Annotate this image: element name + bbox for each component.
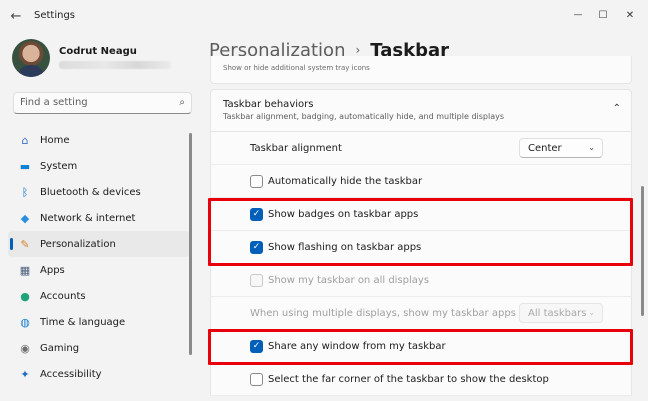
- multi-display-dropdown[interactable]: All taskbars ⌄: [519, 303, 603, 323]
- section-subtitle: Taskbar alignment, badging, automaticall…: [223, 112, 505, 121]
- all-displays-checkbox[interactable]: [250, 274, 263, 287]
- sidebar-item-label: Gaming: [40, 342, 80, 354]
- multi-display-row: When using multiple displays, show my ta…: [210, 297, 632, 330]
- sidebar-item-label: Apps: [40, 264, 65, 276]
- chevron-right-icon: ›: [355, 43, 361, 57]
- title-bar: ← Settings — ☐ ✕: [0, 0, 648, 32]
- multi-display-label: When using multiple displays, show my ta…: [250, 308, 532, 319]
- all-displays-label: Show my taskbar on all displays: [268, 275, 430, 286]
- sidebar-item-home[interactable]: ⌂ Home: [8, 127, 190, 153]
- wifi-icon: ◆: [20, 211, 30, 225]
- chevron-up-icon[interactable]: ⌃: [613, 103, 621, 114]
- home-icon: ⌂: [21, 133, 29, 147]
- back-button[interactable]: ←: [6, 6, 26, 26]
- sidebar-item-apps[interactable]: ▦ Apps: [8, 257, 190, 283]
- sidebar-item-label: Network & internet: [40, 212, 136, 224]
- far-corner-checkbox[interactable]: [250, 373, 263, 386]
- user-email-blurred: [59, 61, 171, 69]
- sidebar-scrollbar[interactable]: [189, 133, 192, 355]
- auto-hide-label: Automatically hide the taskbar: [268, 176, 423, 187]
- sidebar-item-network-internet[interactable]: ◆ Network & internet: [8, 205, 190, 231]
- taskbar-behaviors-header[interactable]: Taskbar behaviors Taskbar alignment, bad…: [210, 89, 632, 132]
- far-corner-row: Select the far corner of the taskbar to …: [210, 363, 632, 396]
- sidebar-item-label: Time & language: [40, 316, 126, 328]
- auto-hide-checkbox[interactable]: [250, 175, 263, 188]
- sidebar-item-label: Bluetooth & devices: [40, 186, 141, 198]
- all-displays-row: Show my taskbar on all displays: [210, 264, 632, 297]
- user-profile[interactable]: Codrut Neagu: [12, 39, 192, 79]
- taskbar-alignment-label: Taskbar alignment: [250, 143, 342, 154]
- search-icon: ⌕: [179, 97, 185, 108]
- chevron-down-icon: ⌄: [588, 308, 595, 317]
- sidebar-item-label: Accessibility: [40, 368, 102, 380]
- accessibility-icon: ✦: [20, 367, 30, 381]
- tray-icons-description: Show or hide additional system tray icon…: [223, 64, 370, 72]
- sidebar-item-gaming[interactable]: ◉ Gaming: [8, 335, 190, 361]
- sidebar-item-label: Home: [40, 134, 70, 146]
- person-icon: ●: [20, 289, 30, 303]
- search-input[interactable]: Find a setting ⌕: [13, 92, 192, 114]
- highlight-box-badges-flashing: [208, 198, 633, 266]
- auto-hide-row: Automatically hide the taskbar: [210, 165, 632, 198]
- sidebar-item-label: System: [40, 160, 78, 172]
- section-title: Taskbar behaviors: [223, 99, 314, 110]
- chevron-down-icon: ⌄: [588, 143, 595, 152]
- bluetooth-icon: ᛒ: [21, 185, 29, 199]
- close-icon: ✕: [625, 9, 635, 21]
- sidebar-item-system[interactable]: ▬ System: [8, 153, 190, 179]
- sidebar-item-personalization[interactable]: ✎ Personalization: [8, 231, 190, 257]
- sidebar-item-bluetooth-devices[interactable]: ᛒ Bluetooth & devices: [8, 179, 190, 205]
- globe-icon: ◍: [20, 315, 30, 329]
- sidebar-item-time-language[interactable]: ◍ Time & language: [8, 309, 190, 335]
- brush-icon: ✎: [20, 237, 30, 251]
- far-corner-label: Select the far corner of the taskbar to …: [268, 374, 549, 385]
- sidebar-item-accessibility[interactable]: ✦ Accessibility: [8, 361, 190, 387]
- sidebar-item-label: Personalization: [40, 238, 116, 250]
- apps-icon: ▦: [19, 263, 31, 277]
- monitor-icon: ▬: [19, 159, 31, 173]
- taskbar-alignment-value: Center: [528, 143, 562, 154]
- taskbar-alignment-dropdown[interactable]: Center ⌄: [519, 138, 603, 158]
- user-name: Codrut Neagu: [59, 46, 137, 57]
- main-scrollbar[interactable]: [641, 186, 644, 316]
- sidebar-item-accounts[interactable]: ● Accounts: [8, 283, 190, 309]
- gamepad-icon: ◉: [20, 341, 30, 355]
- taskbar-alignment-row: Taskbar alignment Center ⌄: [210, 132, 632, 165]
- app-title: Settings: [34, 10, 76, 21]
- tray-icons-card[interactable]: Show or hide additional system tray icon…: [210, 56, 632, 84]
- highlight-box-share-window: [208, 329, 633, 365]
- sidebar-nav: ⌂ Home ▬ System ᛒ Bluetooth & devices ◆ Network…: [8, 127, 190, 387]
- arrow-left-icon: ←: [10, 8, 22, 24]
- sidebar-item-label: Accounts: [40, 290, 86, 302]
- search-placeholder: Find a setting: [20, 97, 88, 108]
- multi-display-value: All taskbars: [528, 308, 587, 319]
- close-button[interactable]: ✕: [607, 0, 648, 30]
- avatar: [12, 39, 50, 77]
